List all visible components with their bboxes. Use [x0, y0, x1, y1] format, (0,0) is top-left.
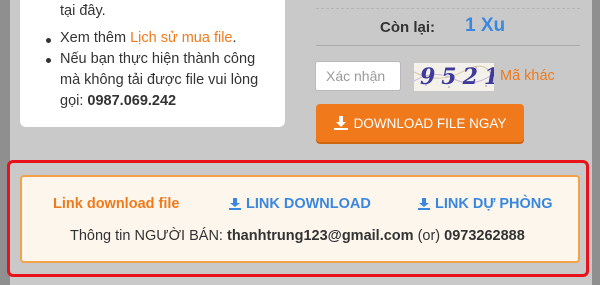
- primary-download-label: LINK DOWNLOAD: [246, 196, 371, 212]
- download-file-button[interactable]: DOWNLOAD FILE NGAY: [316, 104, 524, 142]
- purchase-history-link[interactable]: Lịch sử mua file: [130, 30, 232, 46]
- seller-or: (or): [413, 228, 445, 244]
- download-file-button-label: DOWNLOAD FILE NGAY: [353, 115, 507, 131]
- remaining-row: Còn lại: 1 Xu: [316, 0, 580, 46]
- download-links-title: Link download file: [53, 196, 180, 212]
- purchase-history-line: Xem thêm Lịch sử mua file.: [60, 30, 237, 46]
- info-text-line: mà không tải được file vui lòng: [60, 72, 259, 88]
- bullet: [46, 58, 51, 63]
- right-overlay-strip: [592, 0, 600, 285]
- captcha-code: 9521: [420, 64, 494, 90]
- seller-info-prefix: Thông tin NGƯỜI BÁN:: [70, 228, 227, 244]
- purchase-history-suffix: .: [232, 30, 237, 46]
- seller-info: Thông tin NGƯỜI BÁN: thanhtrung123@gmail…: [70, 228, 525, 244]
- info-text-line: Nếu bạn thực hiện thành công: [60, 51, 256, 67]
- purchase-history-prefix: Xem thêm: [60, 30, 131, 46]
- captcha-input[interactable]: [315, 61, 401, 91]
- seller-phone: 0973262888: [444, 228, 525, 244]
- here-link[interactable]: tại đây.: [60, 3, 106, 19]
- download-icon: [333, 116, 348, 130]
- bullet: [46, 38, 51, 43]
- support-phone-line: gọi: 0987.069.242: [60, 93, 176, 109]
- refresh-captcha-link[interactable]: Mã khác: [500, 68, 555, 84]
- download-links-panel: Link download file LINK DOWNLOAD LINK DỰ…: [20, 175, 580, 263]
- download-icon: [418, 198, 430, 210]
- backup-download-label: LINK DỰ PHÒNG: [435, 196, 553, 212]
- backup-download-link[interactable]: LINK DỰ PHÒNG: [418, 196, 553, 212]
- primary-download-link[interactable]: LINK DOWNLOAD: [229, 196, 371, 212]
- remaining-value: 1 Xu: [465, 15, 506, 36]
- support-phone: 0987.069.242: [87, 93, 177, 109]
- seller-email: thanhtrung123@gmail.com: [226, 228, 414, 244]
- info-card: tại đây. Xem thêm Lịch sử mua file. Nếu …: [20, 0, 285, 127]
- captcha-image: 9521: [414, 63, 494, 91]
- remaining-label: Còn lại:: [380, 19, 435, 36]
- download-icon: [229, 198, 241, 210]
- support-phone-prefix: gọi:: [60, 93, 88, 109]
